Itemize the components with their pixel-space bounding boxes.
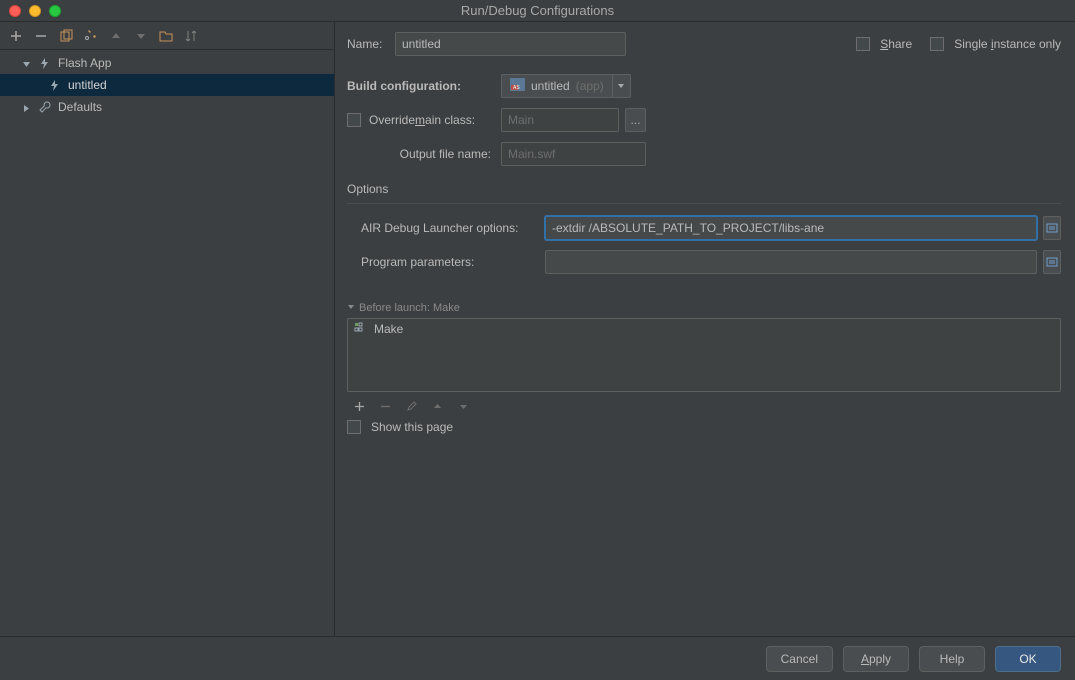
wrench-icon bbox=[36, 99, 52, 115]
sort-icon[interactable] bbox=[183, 28, 199, 44]
tree-label: Flash App bbox=[56, 56, 111, 70]
output-file-label: Output file name: bbox=[347, 147, 501, 161]
folder-icon[interactable] bbox=[158, 28, 174, 44]
tree-item-flash-app[interactable]: Flash App bbox=[0, 52, 334, 74]
ok-button[interactable]: OK bbox=[995, 646, 1061, 672]
before-launch-list[interactable]: Make bbox=[347, 318, 1061, 392]
sidebar: Flash App untitled Defaults bbox=[0, 22, 335, 636]
program-params-label: Program parameters: bbox=[347, 255, 545, 269]
copy-icon[interactable] bbox=[58, 28, 74, 44]
move-down-icon[interactable] bbox=[133, 28, 149, 44]
override-label-post: ain class: bbox=[425, 113, 475, 127]
make-icon bbox=[354, 322, 368, 337]
titlebar: Run/Debug Configurations bbox=[0, 0, 1075, 22]
single-instance-checkbox[interactable]: Single instance only bbox=[930, 37, 1061, 51]
show-this-page-checkbox[interactable]: Show this page bbox=[347, 420, 1061, 434]
single-instance-post: nstance only bbox=[994, 37, 1061, 51]
flash-icon bbox=[36, 55, 52, 71]
name-label: Name: bbox=[347, 37, 395, 51]
apply-button[interactable]: Apply bbox=[843, 646, 909, 672]
main-class-input: Main bbox=[501, 108, 619, 132]
before-launch-toolbar bbox=[347, 392, 1061, 420]
build-config-combo[interactable]: AS untitled (app) bbox=[501, 74, 631, 98]
add-icon[interactable] bbox=[351, 398, 367, 414]
options-label: Options bbox=[347, 182, 1061, 196]
name-input[interactable] bbox=[395, 32, 626, 56]
expand-field-button[interactable] bbox=[1043, 216, 1061, 240]
form-area: Name: Share Single instance only Build c… bbox=[335, 22, 1075, 636]
share-label-mnemonic: S bbox=[880, 37, 888, 51]
config-tree: Flash App untitled Defaults bbox=[0, 50, 334, 636]
show-this-page-label: Show this page bbox=[371, 420, 453, 434]
build-config-label: Build configuration: bbox=[347, 79, 501, 93]
tree-item-defaults[interactable]: Defaults bbox=[0, 96, 334, 118]
before-launch-section: Before launch: Make Make bbox=[347, 302, 1061, 434]
share-checkbox[interactable]: Share bbox=[856, 37, 912, 51]
tree-item-untitled[interactable]: untitled bbox=[0, 74, 334, 96]
checkbox-icon bbox=[347, 420, 361, 434]
list-item[interactable]: Make bbox=[348, 319, 1060, 339]
window-title: Run/Debug Configurations bbox=[0, 3, 1075, 18]
move-up-icon[interactable] bbox=[108, 28, 124, 44]
tree-label: Defaults bbox=[56, 100, 102, 114]
chevron-down-icon bbox=[612, 75, 630, 97]
make-item-label: Make bbox=[374, 322, 403, 336]
move-down-icon[interactable] bbox=[455, 398, 471, 414]
chevron-down-icon[interactable] bbox=[347, 302, 355, 314]
build-config-suffix: (app) bbox=[576, 79, 604, 93]
add-icon[interactable] bbox=[8, 28, 24, 44]
program-params-input[interactable] bbox=[545, 250, 1037, 274]
chevron-right-icon bbox=[22, 102, 32, 112]
build-config-value: untitled bbox=[531, 79, 570, 93]
output-file-input: Main.swf bbox=[501, 142, 646, 166]
checkbox-icon bbox=[856, 37, 870, 51]
button-bar: Cancel Apply Help OK bbox=[0, 636, 1075, 680]
single-instance-pre: Single bbox=[954, 37, 991, 51]
override-main-checkbox[interactable] bbox=[347, 113, 361, 127]
move-up-icon[interactable] bbox=[429, 398, 445, 414]
before-launch-label: Before launch: Make bbox=[359, 302, 460, 314]
remove-icon[interactable] bbox=[33, 28, 49, 44]
adl-options-label: AIR Debug Launcher options: bbox=[347, 221, 545, 235]
cancel-button[interactable]: Cancel bbox=[766, 646, 833, 672]
tree-label: untitled bbox=[66, 78, 107, 92]
adl-options-input[interactable] bbox=[545, 216, 1037, 240]
options-box: AIR Debug Launcher options: Program para… bbox=[347, 203, 1061, 282]
remove-icon[interactable] bbox=[377, 398, 393, 414]
edit-icon[interactable] bbox=[403, 398, 419, 414]
flash-icon bbox=[46, 77, 62, 93]
svg-text:AS: AS bbox=[513, 85, 520, 91]
as-icon: AS bbox=[510, 78, 525, 94]
edit-defaults-icon[interactable] bbox=[83, 28, 99, 44]
checkbox-icon bbox=[930, 37, 944, 51]
browse-main-class-button[interactable]: ... bbox=[625, 108, 646, 132]
override-main-label: Override main class: bbox=[347, 113, 501, 127]
main-area: Flash App untitled Defaults Name: bbox=[0, 22, 1075, 636]
override-label-pre: Override bbox=[369, 113, 415, 127]
expand-field-button[interactable] bbox=[1043, 250, 1061, 274]
chevron-down-icon bbox=[22, 58, 32, 68]
share-label-rest: hare bbox=[888, 37, 912, 51]
help-button[interactable]: Help bbox=[919, 646, 985, 672]
sidebar-toolbar bbox=[0, 22, 334, 50]
override-label-mnemonic: m bbox=[415, 113, 425, 127]
